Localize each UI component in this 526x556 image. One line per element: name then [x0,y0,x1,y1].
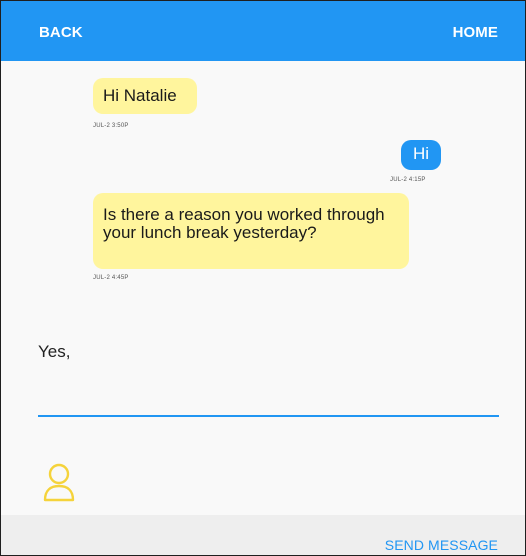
message-timestamp: JUL-2 3:50P [93,123,129,129]
back-button[interactable]: BACK [39,24,83,41]
message-text: Hi Natalie [103,86,177,105]
send-message-button[interactable]: SEND MESSAGE [385,537,498,553]
message-input[interactable]: Yes, [38,342,70,362]
chat-window: BACK HOME Hi Natalie JUL-2 3:50P Hi JUL-… [0,0,526,556]
top-app-bar: BACK HOME [1,1,525,61]
message-timestamp: JUL-2 4:15P [390,177,426,183]
user-icon [43,463,75,502]
message-bubble-incoming: Is there a reason you worked through you… [93,193,409,269]
message-text: Hi [412,144,430,163]
home-button[interactable]: HOME [453,24,498,41]
footer-bar: SEND MESSAGE [1,515,525,555]
message-bubble-incoming: Hi Natalie [93,78,197,114]
message-timestamp: JUL-2 4:45P [93,275,129,281]
message-bubble-outgoing: Hi [401,140,441,170]
message-input-underline [38,415,499,417]
message-text: Is there a reason you worked through you… [103,205,385,242]
